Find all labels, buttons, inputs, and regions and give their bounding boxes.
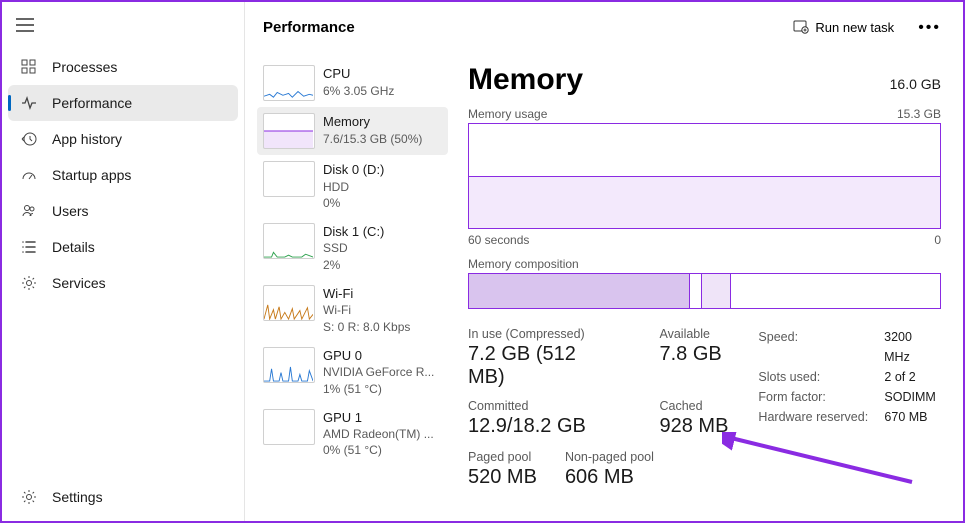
stat-nonpaged: Non-paged pool 606 MB — [565, 450, 654, 489]
res-sub2: 1% (51 °C) — [323, 381, 434, 397]
usage-max: 15.3 GB — [897, 107, 941, 121]
pulse-icon — [20, 95, 38, 111]
resource-memory[interactable]: Memory7.6/15.3 GB (50%) — [257, 107, 448, 155]
nav-startup-apps[interactable]: Startup apps — [8, 157, 238, 193]
nav-users[interactable]: Users — [8, 193, 238, 229]
resource-gpu0[interactable]: GPU 0NVIDIA GeForce R...1% (51 °C) — [257, 341, 448, 403]
axis-right: 0 — [934, 233, 941, 247]
ellipsis-icon: ••• — [918, 19, 941, 36]
stat-available: Available 7.8 GB — [659, 327, 728, 389]
usage-label: Memory usage — [468, 107, 547, 121]
sidebar: Processes Performance App history Startu… — [2, 2, 245, 521]
memory-detail: Memory 16.0 GB Memory usage 15.3 GB 60 s… — [452, 53, 963, 521]
nav-list: Processes Performance App history Startu… — [2, 45, 244, 473]
users-icon — [20, 203, 38, 219]
content: Performance Run new task ••• CPU6% 3.05 … — [245, 2, 963, 521]
comp-free — [731, 274, 940, 308]
grid-icon — [20, 59, 38, 75]
res-title: GPU 0 — [323, 347, 434, 365]
resource-wifi[interactable]: Wi-FiWi-FiS: 0 R: 8.0 Kbps — [257, 279, 448, 341]
resource-disk0[interactable]: Disk 0 (D:)HDD0% — [257, 155, 448, 217]
memory-thumb — [263, 113, 315, 149]
task-manager-window: Processes Performance App history Startu… — [2, 2, 963, 521]
nav-app-history[interactable]: App history — [8, 121, 238, 157]
res-title: Memory — [323, 113, 422, 131]
resource-list: CPU6% 3.05 GHz Memory7.6/15.3 GB (50%) D… — [245, 53, 452, 521]
memory-usage-graph — [468, 123, 941, 229]
nav-label: Details — [52, 239, 95, 255]
res-sub: NVIDIA GeForce R... — [323, 364, 434, 380]
run-task-icon — [793, 18, 809, 37]
cpu-thumb — [263, 65, 315, 101]
res-title: Wi-Fi — [323, 285, 410, 303]
res-title: GPU 1 — [323, 409, 434, 427]
stat-paged: Paged pool 520 MB — [468, 450, 537, 489]
stat-committed: Committed 12.9/18.2 GB — [468, 399, 617, 438]
resource-gpu1[interactable]: GPU 1AMD Radeon(TM) ...0% (51 °C) — [257, 403, 448, 465]
nav-details[interactable]: Details — [8, 229, 238, 265]
res-sub2: 2% — [323, 257, 384, 273]
composition-label: Memory composition — [468, 257, 941, 271]
gauge-icon — [20, 167, 38, 183]
res-title: Disk 1 (C:) — [323, 223, 384, 241]
res-title: CPU — [323, 65, 394, 83]
comp-inuse — [469, 274, 690, 308]
res-sub: 7.6/15.3 GB (50%) — [323, 131, 422, 147]
nav-settings[interactable]: Settings — [8, 479, 238, 515]
hamburger-icon — [16, 18, 34, 32]
settings-icon — [20, 489, 38, 505]
nav-label: Users — [52, 203, 89, 219]
nav-processes[interactable]: Processes — [8, 49, 238, 85]
page-title: Performance — [263, 19, 355, 36]
composition-bar — [468, 273, 941, 309]
paged-row: Paged pool 520 MB Non-paged pool 606 MB — [468, 450, 941, 489]
res-sub2: 0% (51 °C) — [323, 442, 434, 458]
nav-performance[interactable]: Performance — [8, 85, 238, 121]
nav-label: Services — [52, 275, 106, 291]
res-sub: 6% 3.05 GHz — [323, 83, 394, 99]
stats-grid: In use (Compressed) 7.2 GB (512 MB) Avai… — [468, 327, 728, 438]
detail-title: Memory — [468, 63, 583, 97]
res-title: Disk 0 (D:) — [323, 161, 384, 179]
gear-icon — [20, 275, 38, 291]
res-sub: HDD — [323, 179, 384, 195]
nav-label: App history — [52, 131, 122, 147]
gpu1-thumb — [263, 409, 315, 445]
resource-disk1[interactable]: Disk 1 (C:)SSD2% — [257, 217, 448, 279]
run-task-label: Run new task — [815, 20, 894, 35]
nav-label: Processes — [52, 59, 117, 75]
gpu0-thumb — [263, 347, 315, 383]
res-sub2: S: 0 R: 8.0 Kbps — [323, 319, 410, 335]
nav-services[interactable]: Services — [8, 265, 238, 301]
comp-standby — [702, 274, 731, 308]
res-sub: AMD Radeon(TM) ... — [323, 426, 434, 442]
disk0-thumb — [263, 161, 315, 197]
nav-label: Settings — [52, 489, 103, 505]
header: Performance Run new task ••• — [245, 2, 963, 53]
stat-inuse: In use (Compressed) 7.2 GB (512 MB) — [468, 327, 617, 389]
resource-cpu[interactable]: CPU6% 3.05 GHz — [257, 59, 448, 107]
more-button[interactable]: ••• — [912, 15, 947, 41]
history-icon — [20, 131, 38, 147]
stat-cached: Cached 928 MB — [659, 399, 728, 438]
nav-label: Performance — [52, 95, 132, 111]
run-new-task-button[interactable]: Run new task — [783, 12, 904, 43]
comp-modified — [690, 274, 702, 308]
res-sub2: 0% — [323, 195, 384, 211]
disk1-thumb — [263, 223, 315, 259]
res-sub: Wi-Fi — [323, 302, 410, 318]
detail-total: 16.0 GB — [890, 76, 941, 92]
axis-left: 60 seconds — [468, 233, 529, 247]
spec-list: Speed:3200 MHz Slots used:2 of 2 Form fa… — [758, 327, 941, 438]
wifi-thumb — [263, 285, 315, 321]
res-sub: SSD — [323, 240, 384, 256]
nav-label: Startup apps — [52, 167, 131, 183]
list-icon — [20, 239, 38, 255]
usage-fill — [469, 176, 940, 228]
hamburger-button[interactable] — [2, 6, 244, 45]
